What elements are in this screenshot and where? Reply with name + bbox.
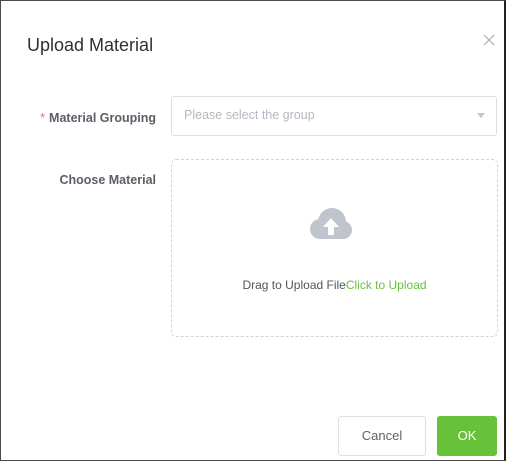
material-grouping-label: * Material Grouping [40,111,156,125]
click-upload-link[interactable]: Click to Upload [346,278,427,292]
cancel-button[interactable]: Cancel [338,416,426,456]
drag-upload-text: Drag to Upload File [242,278,346,292]
material-grouping-select[interactable]: Please select the group [171,96,497,136]
upload-instructions: Drag to Upload FileClick to Upload [172,278,497,292]
cloud-upload-icon [310,208,352,239]
dialog-title: Upload Material [27,35,154,55]
material-grouping-label-text: Material Grouping [49,111,156,125]
choose-material-label: Choose Material [59,173,156,187]
upload-dropzone[interactable]: Drag to Upload FileClick to Upload [171,159,498,337]
select-placeholder: Please select the group [184,108,315,122]
close-icon[interactable] [482,33,496,47]
required-mark: * [40,111,46,125]
upload-material-dialog: Upload Material * Material Grouping Pleas… [0,0,506,461]
chevron-down-icon [477,113,485,118]
ok-button[interactable]: OK [437,416,497,456]
